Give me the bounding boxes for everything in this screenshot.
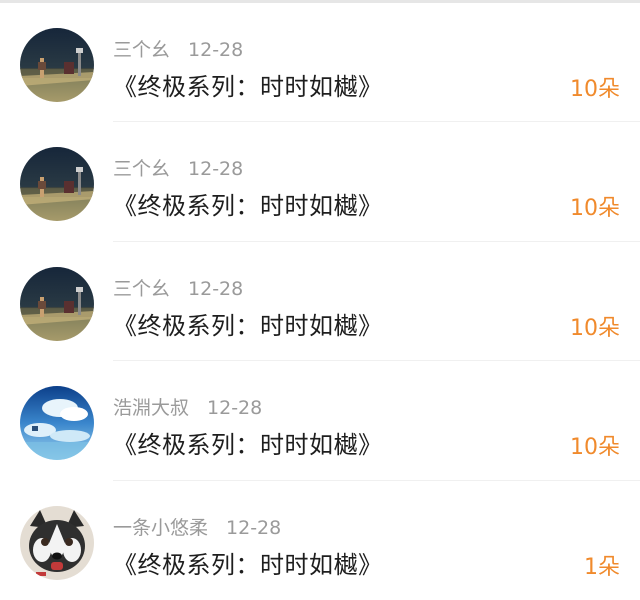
list-item[interactable]: 三个幺 12-28 《终极系列：时时如樾》 10朵	[0, 3, 640, 123]
work-title[interactable]: 《终极系列：时时如樾》	[113, 306, 383, 341]
gift-amount: 10朵	[570, 77, 620, 102]
road-scene-avatar[interactable]	[20, 266, 94, 341]
gift-meta: 三个幺 12-28	[113, 154, 243, 181]
list-item[interactable]: 三个幺 12-28 《终极系列：时时如樾》 10朵	[0, 242, 640, 362]
work-title[interactable]: 《终极系列：时时如樾》	[113, 425, 383, 460]
gift-meta: 浩淵大叔 12-28	[113, 393, 262, 420]
gift-meta: 三个幺 12-28	[113, 274, 243, 301]
list-item[interactable]: 三个幺 12-28 《终极系列：时时如樾》 10朵	[0, 122, 640, 242]
list-item[interactable]: 浩淵大叔 12-28 《终极系列：时时如樾》 10朵	[0, 361, 640, 481]
sky-clouds-avatar[interactable]	[20, 386, 94, 461]
road-scene-avatar[interactable]	[20, 28, 94, 102]
gift-meta: 一条小悠柔 12-28	[113, 513, 281, 540]
gift-amount: 10朵	[570, 435, 620, 461]
gift-date: 12-28	[226, 516, 282, 539]
work-title[interactable]: 《终极系列：时时如樾》	[113, 186, 383, 221]
husky-dog-avatar[interactable]	[20, 505, 94, 580]
username[interactable]: 一条小悠柔	[113, 517, 208, 539]
work-title[interactable]: 《终极系列：时时如樾》	[113, 545, 383, 580]
gift-date: 12-28	[188, 158, 244, 181]
gift-date: 12-28	[207, 397, 263, 420]
username[interactable]: 三个幺	[113, 278, 170, 300]
gift-amount: 10朵	[570, 315, 620, 341]
gift-date: 12-28	[188, 277, 244, 300]
username[interactable]: 三个幺	[113, 158, 170, 180]
gift-date: 12-28	[188, 39, 244, 61]
work-title[interactable]: 《终极系列：时时如樾》	[113, 67, 383, 102]
gift-meta: 三个幺 12-28	[113, 35, 243, 62]
username[interactable]: 浩淵大叔	[113, 397, 189, 419]
gift-list: 三个幺 12-28 《终极系列：时时如樾》 10朵 三个幺 12-28 《终极系列：…	[0, 3, 640, 600]
road-scene-avatar[interactable]	[20, 147, 94, 222]
gift-amount: 1朵	[584, 554, 620, 580]
username[interactable]: 三个幺	[113, 39, 170, 61]
list-item[interactable]: 一条小悠柔 12-28 《终极系列：时时如樾》 1朵	[0, 481, 640, 600]
gift-amount: 10朵	[570, 196, 620, 222]
